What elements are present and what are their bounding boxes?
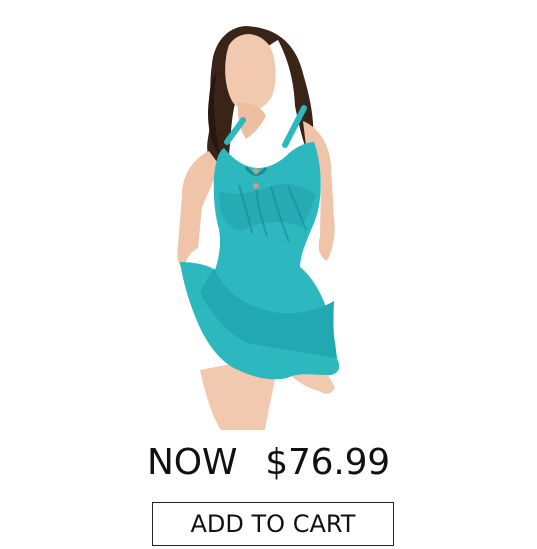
product-card: NOW $76.99 ADD TO CART bbox=[0, 0, 537, 549]
product-image[interactable] bbox=[120, 10, 410, 430]
product-price: $76.99 bbox=[265, 442, 391, 483]
price-row: NOW $76.99 bbox=[0, 440, 537, 486]
add-to-cart-button[interactable]: ADD TO CART bbox=[152, 502, 394, 546]
price-prefix: NOW bbox=[146, 442, 238, 483]
